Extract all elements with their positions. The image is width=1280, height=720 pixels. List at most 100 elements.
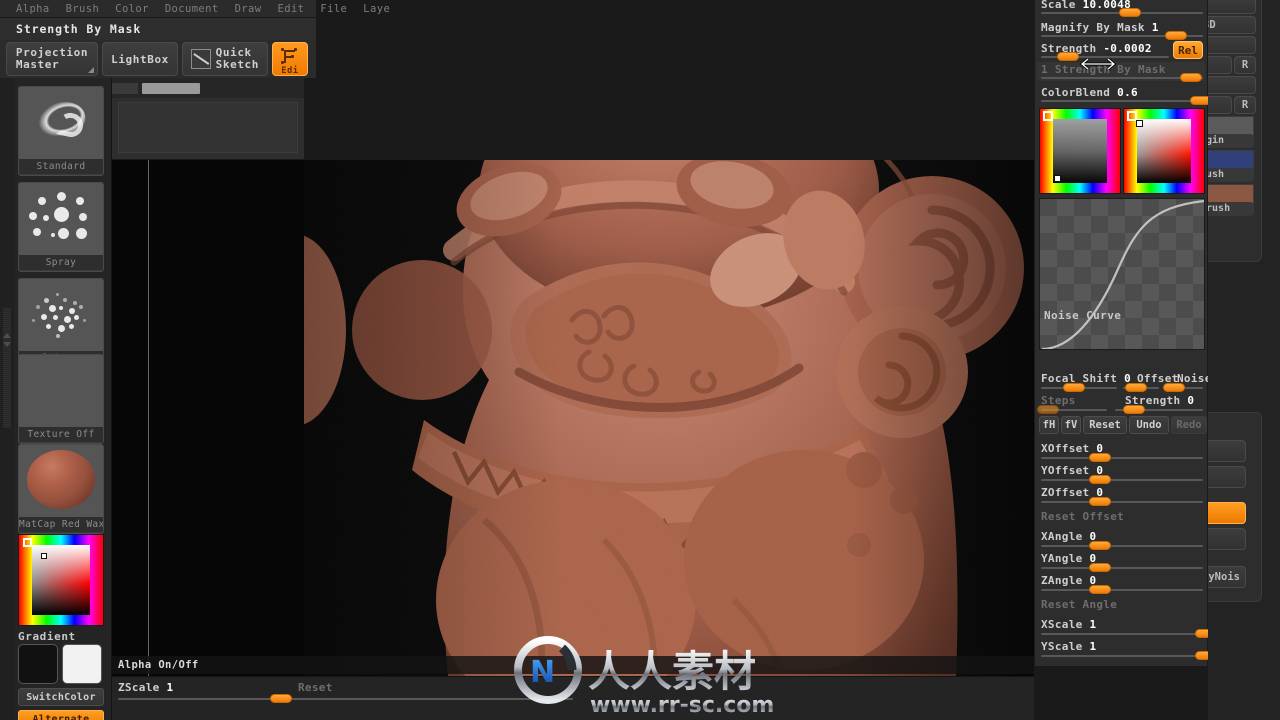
color-picker-left-field[interactable] xyxy=(1053,119,1107,183)
scale-slider-row[interactable]: Scale 10.0048 xyxy=(1035,0,1209,17)
projection-master-button[interactable]: Projection Master xyxy=(6,42,98,76)
z-angle-row[interactable]: ZAngle 0 xyxy=(1035,574,1209,594)
color-picker-right[interactable] xyxy=(1123,108,1205,194)
z-offset-track[interactable] xyxy=(1041,501,1203,503)
reset-offset-row[interactable]: Reset Offset xyxy=(1035,510,1209,523)
undo-button[interactable]: Undo xyxy=(1129,416,1169,434)
x-angle-row[interactable]: XAngle 0 xyxy=(1035,530,1209,550)
zscale-track[interactable] xyxy=(118,698,573,700)
primary-color-swatch[interactable] xyxy=(18,644,58,684)
alternate-button[interactable]: Alternate xyxy=(18,710,104,720)
quick-sketch-button[interactable]: Quick Sketch xyxy=(182,42,268,76)
scale-knob[interactable] xyxy=(1119,8,1141,17)
y-angle-knob[interactable] xyxy=(1089,563,1111,572)
scroll-up-icon[interactable] xyxy=(3,333,11,338)
menu-item-document[interactable]: Document xyxy=(157,3,227,15)
switch-color-button[interactable]: SwitchColor xyxy=(18,688,104,706)
rel-button[interactable]: Rel xyxy=(1173,41,1203,59)
color-picker-left-sv-marker[interactable] xyxy=(1054,175,1061,182)
focal-shift-knob[interactable] xyxy=(1063,383,1085,392)
edit-mode-button[interactable]: Edi xyxy=(272,42,308,76)
strength-by-mask-track[interactable] xyxy=(1041,77,1203,79)
far-right-brush2-button[interactable]: Brush xyxy=(1208,202,1254,216)
far-right-button-r1[interactable]: R xyxy=(1234,56,1256,74)
x-offset-knob[interactable] xyxy=(1089,453,1111,462)
far-right-bynoise-button[interactable]: ByNois xyxy=(1208,566,1246,588)
color-picker-left[interactable] xyxy=(1039,108,1121,194)
flip-h-button[interactable]: fH xyxy=(1039,416,1059,434)
canvas-viewport[interactable]: Alpha On/Off Move xyxy=(112,160,1034,720)
x-offset-track[interactable] xyxy=(1041,457,1203,459)
redo-button[interactable]: Redo xyxy=(1171,416,1207,434)
far-right-lower-button-1[interactable] xyxy=(1208,440,1246,462)
material-swatch[interactable]: MatCap Red Wax xyxy=(18,444,104,534)
y-scale-row[interactable]: YScale 1 xyxy=(1035,640,1217,660)
y-angle-row[interactable]: YAngle 0 xyxy=(1035,552,1209,572)
far-right-brush1-button[interactable]: rush xyxy=(1208,168,1254,182)
far-right-lower-button-3[interactable] xyxy=(1208,528,1246,550)
z-offset-knob[interactable] xyxy=(1089,497,1111,506)
y-angle-track[interactable] xyxy=(1041,567,1203,569)
zscale-knob[interactable] xyxy=(270,694,292,703)
far-right-button-2[interactable] xyxy=(1208,36,1256,54)
menu-item-brush[interactable]: Brush xyxy=(58,3,108,15)
color-picker-right-field[interactable] xyxy=(1137,119,1191,183)
menu-item-layer[interactable]: Laye xyxy=(355,3,398,15)
far-right-lower-button-active[interactable] xyxy=(1208,502,1246,524)
color-picker-hue-marker[interactable] xyxy=(23,538,32,547)
color-picker-right-sv-marker[interactable] xyxy=(1136,120,1143,127)
z-angle-track[interactable] xyxy=(1041,589,1203,591)
z-offset-row[interactable]: ZOffset 0 xyxy=(1035,486,1209,506)
far-right-button-3[interactable] xyxy=(1208,56,1232,74)
strength-slider-row[interactable]: Strength -0.0002 Rel xyxy=(1035,41,1209,61)
color-blend-slider-row[interactable]: ColorBlend 0.6 xyxy=(1035,86,1212,105)
noise-curve-editor[interactable]: Noise Curve xyxy=(1039,198,1205,350)
far-right-button-5[interactable] xyxy=(1208,96,1232,114)
far-right-again-button[interactable]: egin xyxy=(1208,134,1254,148)
sub-toolbar-chip-light[interactable] xyxy=(142,83,200,94)
menu-item-edit[interactable]: Edit xyxy=(270,3,313,15)
scroll-down-icon[interactable] xyxy=(3,342,11,347)
magnify-by-mask-slider-row[interactable]: Magnify By Mask 1 xyxy=(1035,21,1209,40)
sub-toolbar-chip-dark[interactable] xyxy=(112,83,138,94)
offset-knob[interactable] xyxy=(1125,383,1147,392)
color-blend-track[interactable] xyxy=(1041,100,1203,102)
magnify-by-mask-knob[interactable] xyxy=(1165,31,1187,40)
scrollbar-grip[interactable] xyxy=(3,308,11,428)
lightbox-button[interactable]: LightBox xyxy=(102,42,178,76)
menu-item-alpha[interactable]: Alpha xyxy=(8,3,58,15)
far-right-lower-button-2[interactable] xyxy=(1208,466,1246,488)
y-offset-row[interactable]: YOffset 0 xyxy=(1035,464,1209,484)
y-offset-knob[interactable] xyxy=(1089,475,1111,484)
strength-by-mask-slider-row[interactable]: 1 Strength By Mask xyxy=(1035,63,1209,82)
reset-zscale-label[interactable]: Reset xyxy=(292,681,333,694)
menu-item-draw[interactable]: Draw xyxy=(227,3,270,15)
far-right-button-r2[interactable]: R xyxy=(1234,96,1256,114)
x-scale-row[interactable]: XScale 1 xyxy=(1035,618,1217,638)
x-offset-row[interactable]: XOffset 0 xyxy=(1035,442,1209,462)
texture-swatch[interactable]: Texture Off xyxy=(18,354,104,444)
secondary-color-swatch[interactable] xyxy=(62,644,102,684)
sculpture-model[interactable] xyxy=(304,160,1034,720)
left-palette-scrollbar[interactable] xyxy=(0,78,14,720)
menu-item-file[interactable]: File xyxy=(312,3,355,15)
x-angle-knob[interactable] xyxy=(1089,541,1111,550)
far-right-button-4[interactable] xyxy=(1208,76,1256,94)
reset-angle-label[interactable]: Reset Angle xyxy=(1035,598,1209,611)
far-right-button-3d[interactable]: 3D xyxy=(1208,16,1256,34)
y-scale-track[interactable] xyxy=(1041,655,1203,657)
strength-knob[interactable] xyxy=(1057,52,1079,61)
steps-knob[interactable] xyxy=(1037,405,1059,414)
reset-button[interactable]: Reset xyxy=(1083,416,1127,434)
flip-v-button[interactable]: fV xyxy=(1061,416,1081,434)
reset-angle-row[interactable]: Reset Angle xyxy=(1035,598,1209,611)
far-right-button-top[interactable] xyxy=(1208,0,1256,14)
reset-offset-label[interactable]: Reset Offset xyxy=(1035,510,1209,523)
brush-swatch-standard[interactable]: Standard xyxy=(18,86,104,176)
color-picker-sv-marker[interactable] xyxy=(41,553,47,559)
noise-knob[interactable] xyxy=(1163,383,1185,392)
strength-by-mask-knob[interactable] xyxy=(1180,73,1202,82)
x-scale-track[interactable] xyxy=(1041,633,1203,635)
noise-strength-knob[interactable] xyxy=(1123,405,1145,414)
menu-item-color[interactable]: Color xyxy=(107,3,157,15)
